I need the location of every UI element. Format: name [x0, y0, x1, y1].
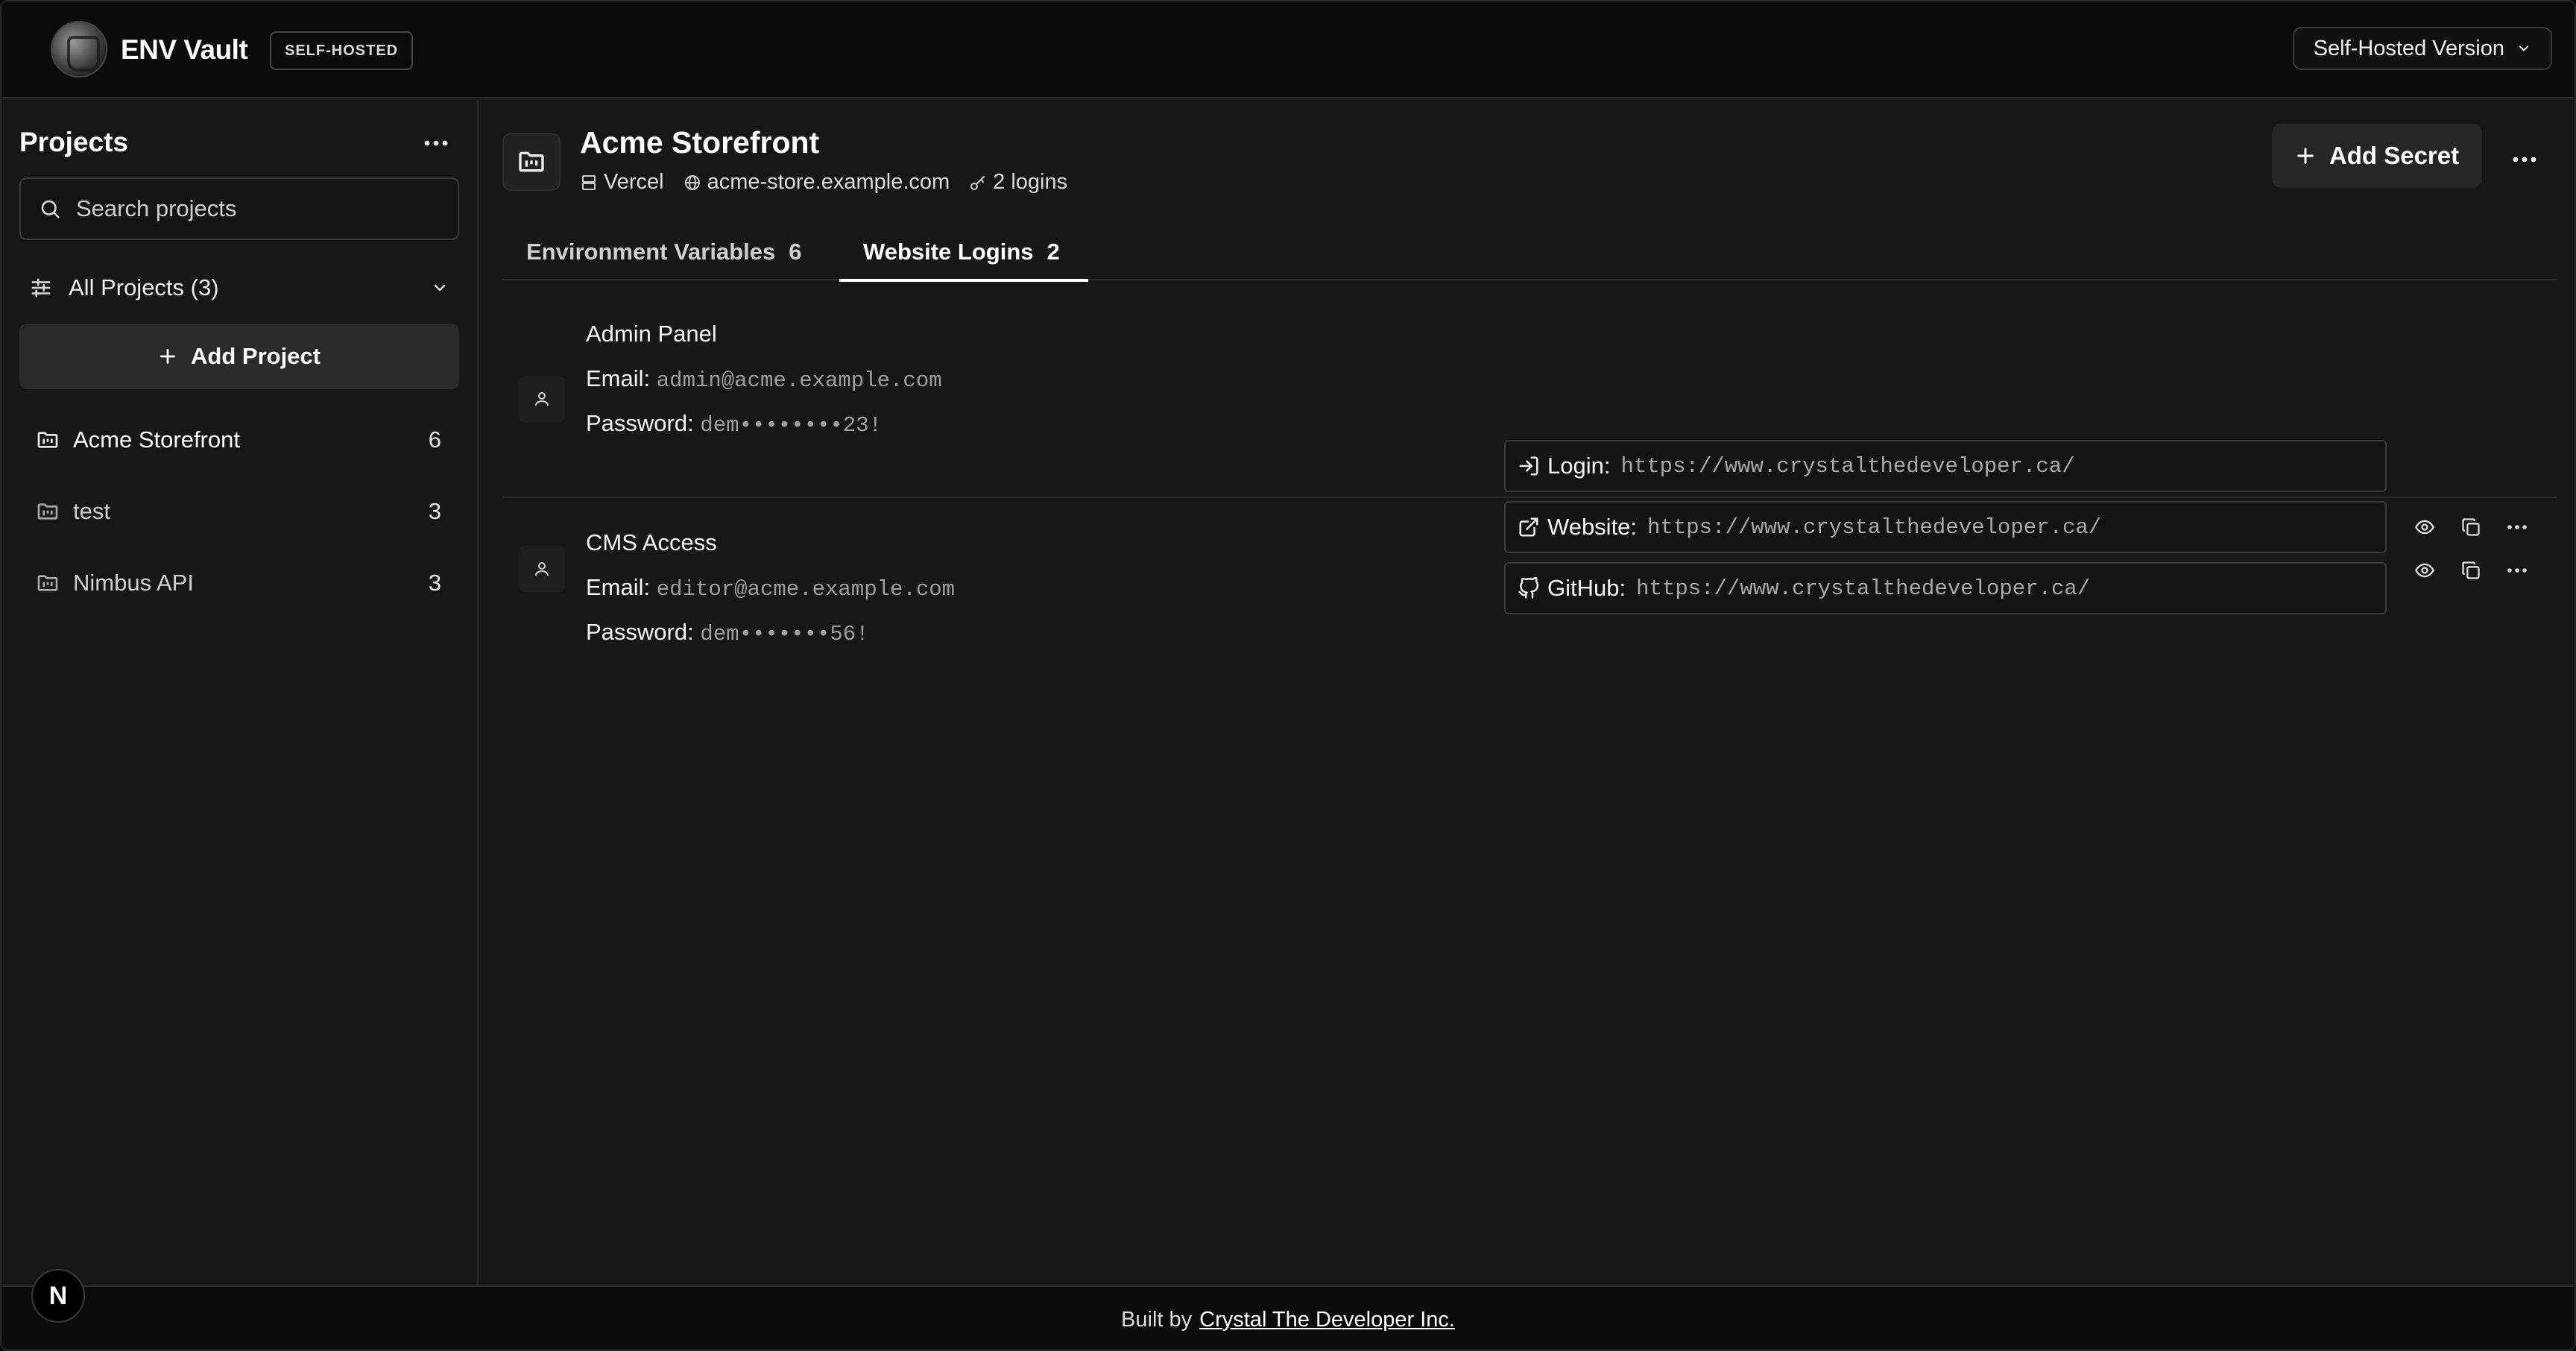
project-count: 3 — [428, 570, 441, 596]
sliders-icon — [31, 278, 51, 297]
login-entry: Admin Panel Email: admin@acme.example.co… — [502, 294, 2557, 614]
folder-kanban-icon — [37, 575, 58, 591]
email-value: editor@acme.example.com — [656, 577, 956, 602]
entry-password[interactable]: Password: dem•••••••56! — [586, 619, 869, 646]
add-project-label: Add Project — [191, 343, 321, 369]
page-title: Acme Storefront — [580, 125, 820, 160]
password-value: dem•••••••56! — [700, 622, 869, 646]
entry-name: Admin Panel — [586, 321, 717, 347]
filter-label: All Projects (3) — [69, 274, 219, 300]
meta-host-label: Vercel — [604, 170, 664, 194]
server-icon — [582, 174, 596, 190]
more-horizontal-icon — [2507, 568, 2527, 573]
project-name: test — [73, 498, 110, 524]
version-select-label: Self-Hosted Version — [2313, 36, 2504, 60]
project-meta: Vercel acme-store.example.com 2 logins — [580, 170, 1067, 195]
more-horizontal-icon — [424, 140, 448, 146]
tab-label: Website Logins — [863, 239, 1034, 265]
email-value: admin@acme.example.com — [656, 368, 942, 393]
tab-website-logins[interactable]: Website Logins 2 — [839, 228, 1088, 282]
project-name: Acme Storefront — [73, 426, 240, 453]
search-input[interactable] — [76, 195, 434, 222]
tab-environment-variables[interactable]: Environment Variables 6 — [502, 228, 839, 280]
app-logo-icon — [51, 21, 107, 78]
more-horizontal-icon — [2513, 157, 2536, 163]
entry-email[interactable]: Email: admin@acme.example.com — [586, 365, 942, 393]
top-bar: ENV Vault SELF-HOSTED Self-Hosted Versio… — [1, 1, 2575, 98]
email-label: Email: — [586, 365, 651, 391]
entry-more-button[interactable] — [2503, 556, 2531, 585]
add-secret-button[interactable]: Add Secret — [2272, 124, 2482, 188]
globe-icon — [684, 174, 700, 190]
footer-prefix: Built by — [1121, 1307, 1193, 1332]
folder-kanban-icon — [519, 151, 544, 172]
login-icon — [1519, 456, 1538, 476]
login-url: https://www.crystalthedeveloper.ca/ — [1620, 453, 2075, 479]
login-url-field[interactable]: Login: https://www.crystalthedeveloper.c… — [1504, 440, 2387, 492]
password-value: dem••••••••23! — [700, 413, 882, 438]
project-detail: Acme Storefront Vercel acme-store.exampl… — [480, 100, 2575, 1285]
entry-email[interactable]: Email: editor@acme.example.com — [586, 574, 955, 602]
app-brand: ENV Vault — [121, 34, 248, 65]
sidebar-item-nimbus-api[interactable]: Nimbus API 3 — [19, 555, 459, 611]
chevron-down-icon — [434, 284, 446, 292]
chevron-down-icon — [2519, 45, 2529, 51]
app-window: ENV Vault SELF-HOSTED Self-Hosted Versio… — [0, 0, 2576, 1351]
entry-password[interactable]: Password: dem••••••••23! — [586, 410, 882, 438]
password-label: Password: — [586, 410, 694, 436]
user-icon — [519, 546, 565, 592]
dev-tools-button[interactable]: N — [31, 1269, 85, 1323]
meta-logins: 2 logins — [969, 170, 1067, 195]
entry-actions — [2411, 556, 2531, 585]
eye-icon — [2415, 563, 2434, 578]
project-filter-select[interactable]: All Projects (3) — [19, 265, 459, 310]
folder-kanban-icon — [37, 503, 58, 520]
folder-kanban-icon — [37, 432, 58, 448]
email-label: Email: — [586, 574, 651, 600]
search-icon — [41, 200, 60, 218]
tab-label: Environment Variables — [526, 239, 776, 265]
sidebar-item-acme-storefront[interactable]: Acme Storefront 6 — [19, 412, 459, 468]
key-icon — [970, 175, 985, 190]
version-select[interactable]: Self-Hosted Version — [2292, 27, 2552, 70]
project-count: 3 — [428, 498, 441, 524]
plus-icon — [160, 348, 176, 365]
tab-count: 2 — [1046, 239, 1060, 265]
project-tabs: Environment Variables 6 Website Logins 2 — [502, 228, 2557, 282]
user-icon — [519, 376, 565, 422]
meta-host: Vercel — [580, 170, 664, 195]
project-count: 6 — [428, 426, 441, 453]
footer-credit-link[interactable]: Crystal The Developer Inc. — [1199, 1308, 1455, 1332]
plus-icon — [2297, 148, 2314, 164]
project-search[interactable] — [19, 177, 459, 240]
meta-domain-label: acme-store.example.com — [707, 170, 950, 194]
login-entry: CMS Access Email: editor@acme.example.co… — [502, 500, 2557, 664]
project-icon — [502, 133, 561, 191]
copy-button[interactable] — [2457, 556, 2485, 585]
tab-count: 6 — [789, 239, 802, 265]
sidebar-title: Projects — [19, 127, 129, 157]
sidebar-item-test[interactable]: test 3 — [19, 483, 459, 540]
footer: Built by Crystal The Developer Inc. — [1, 1285, 2575, 1350]
meta-logins-label: 2 logins — [993, 170, 1068, 194]
project-name: Nimbus API — [73, 570, 194, 596]
projects-sidebar: Projects All Projects (3) Add Project Ac… — [1, 100, 479, 1285]
password-label: Password: — [586, 619, 694, 645]
login-label: Login: — [1547, 453, 1611, 479]
entry-name: CMS Access — [586, 529, 717, 555]
reveal-button[interactable] — [2411, 556, 2439, 585]
add-project-button[interactable]: Add Project — [19, 324, 459, 389]
project-more-button[interactable] — [2512, 154, 2537, 167]
sidebar-more-button[interactable] — [423, 137, 449, 151]
self-hosted-badge: SELF-HOSTED — [270, 31, 414, 70]
meta-domain: acme-store.example.com — [684, 170, 950, 195]
copy-icon — [2462, 561, 2480, 579]
add-secret-label: Add Secret — [2329, 142, 2460, 169]
